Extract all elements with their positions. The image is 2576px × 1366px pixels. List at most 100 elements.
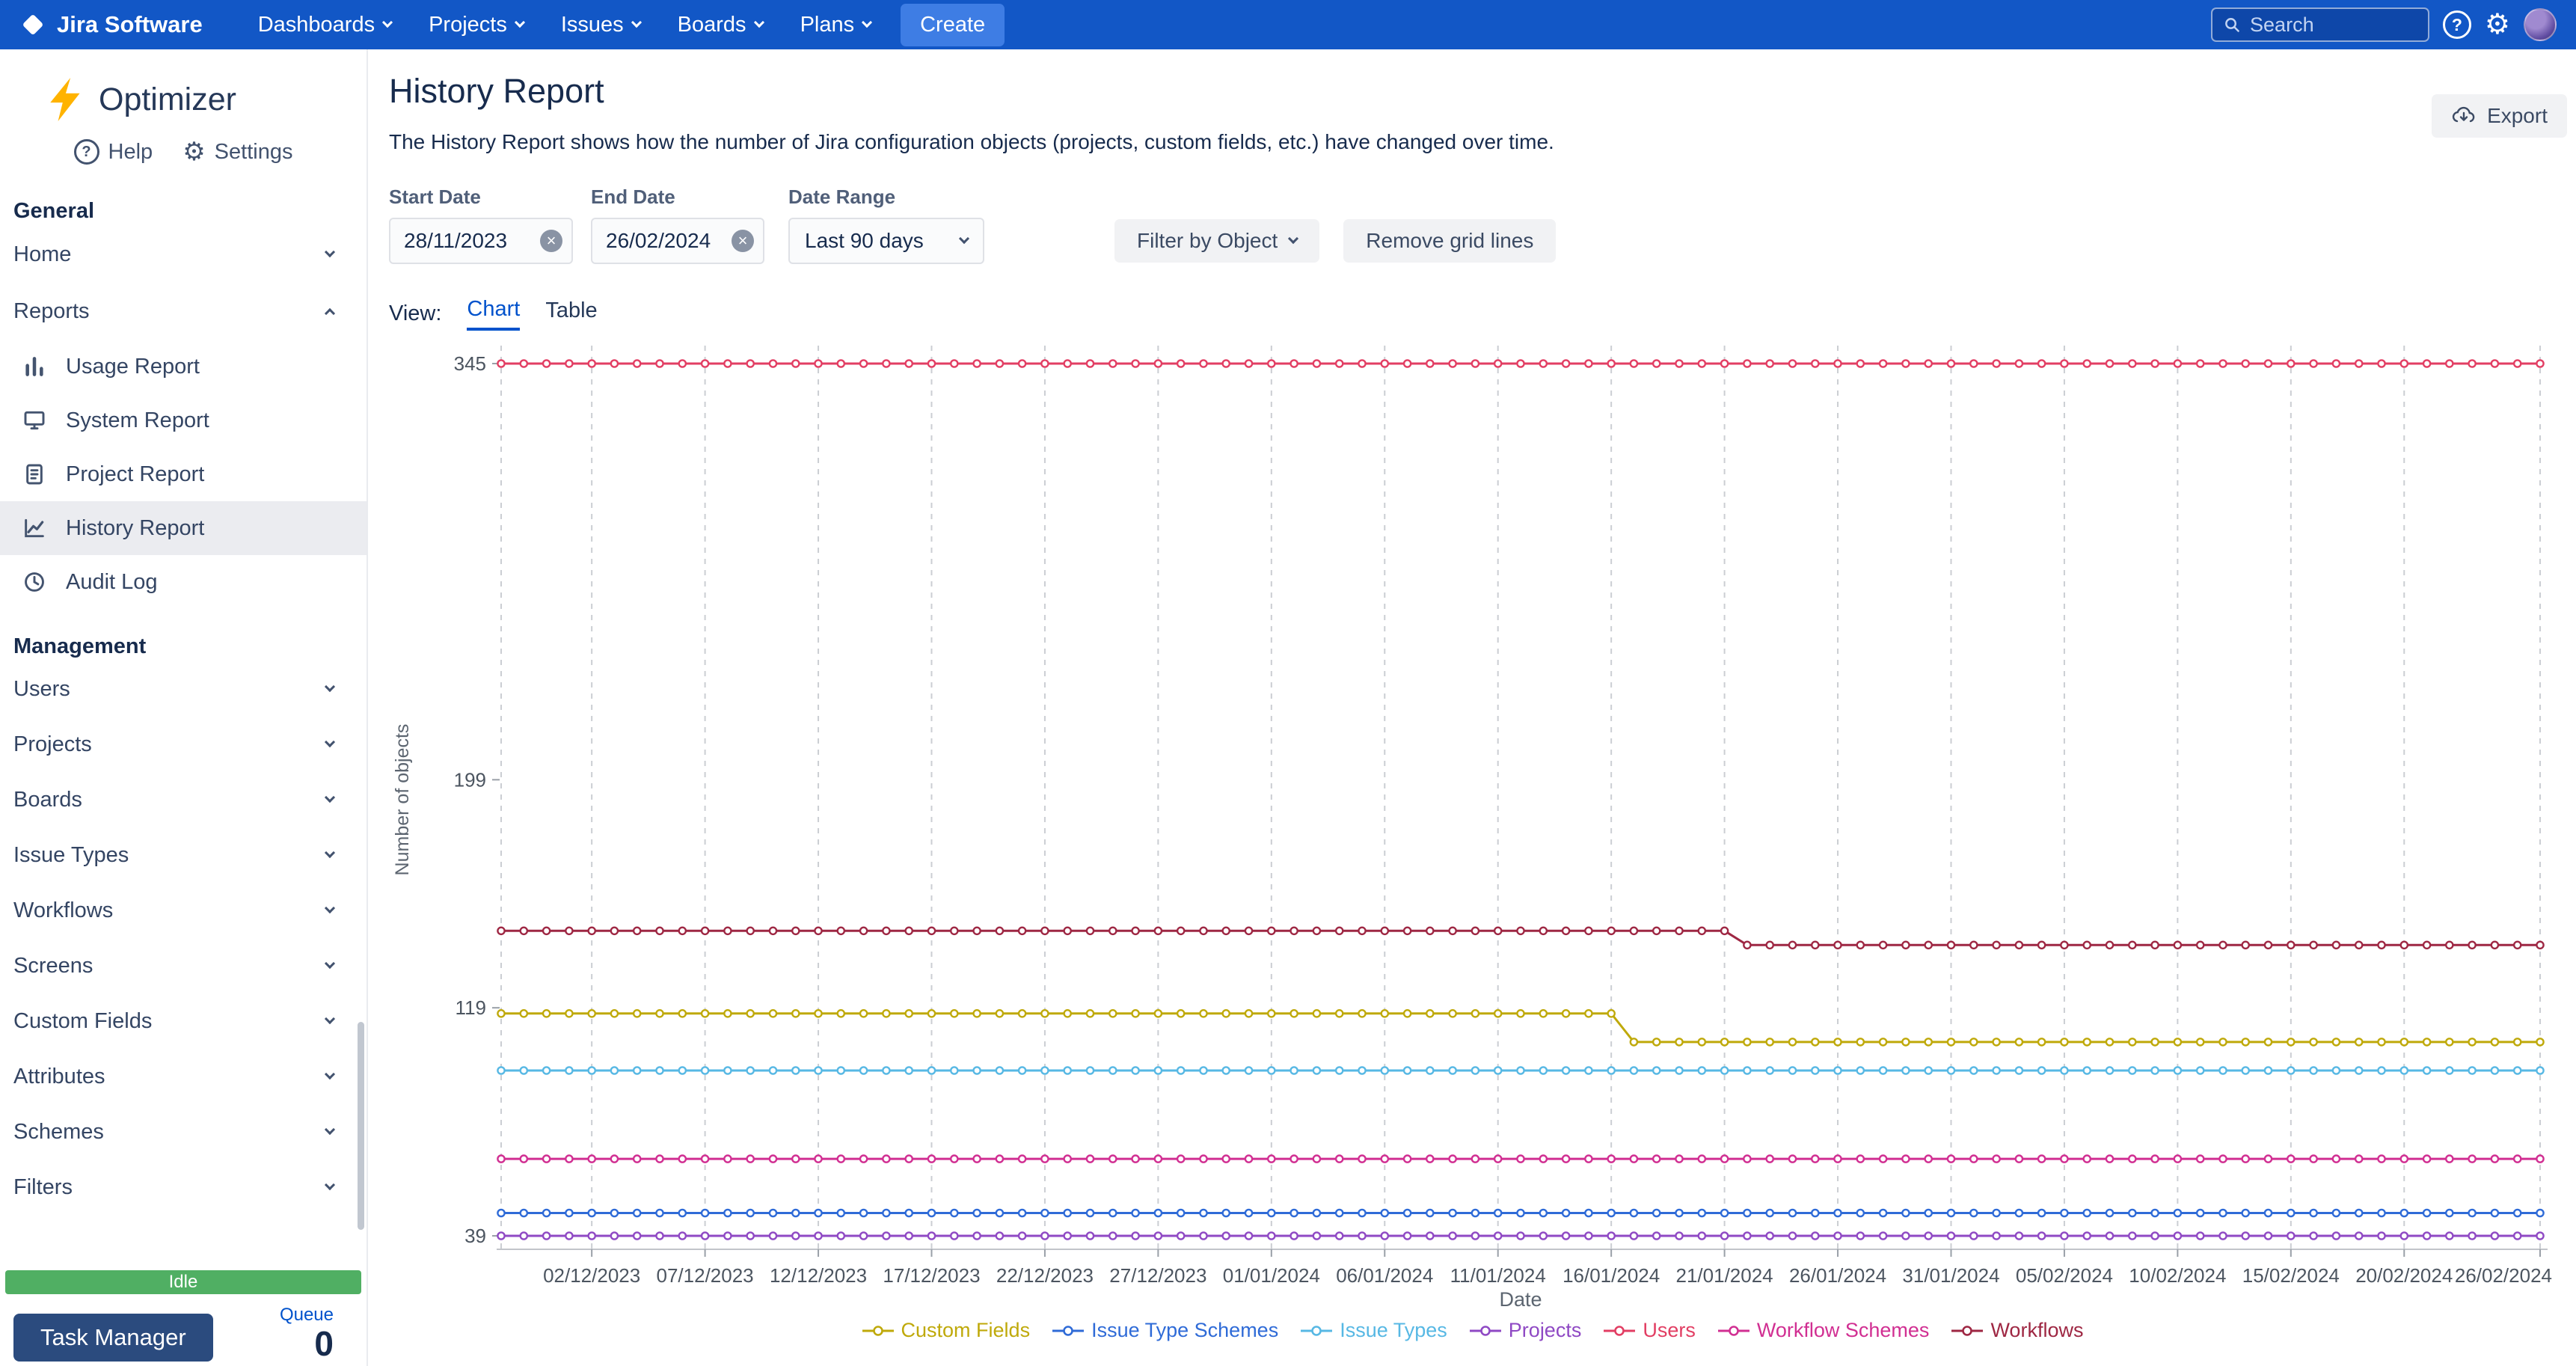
sidebar-item-filters[interactable]: Filters xyxy=(0,1160,367,1215)
global-search[interactable] xyxy=(2211,7,2429,42)
chevron-down-icon xyxy=(325,1014,335,1024)
search-icon xyxy=(2223,14,2241,35)
nav-item-dashboards[interactable]: Dashboards xyxy=(246,0,403,49)
item-label: Users xyxy=(13,677,70,702)
legend-label: Users xyxy=(1643,1319,1696,1342)
sidebar-settings-link[interactable]: ⚙ Settings xyxy=(183,139,292,165)
sidebar-item-screens[interactable]: Screens xyxy=(0,938,367,993)
legend-item[interactable]: Users xyxy=(1602,1319,1696,1342)
legend-marker-icon xyxy=(1950,1325,1984,1337)
legend-item[interactable]: Workflow Schemes xyxy=(1717,1319,1930,1342)
sidebar-help-link[interactable]: ? Help xyxy=(74,139,153,165)
legend-item[interactable]: Workflows xyxy=(1950,1319,2083,1342)
gear-icon: ⚙ xyxy=(2485,10,2510,39)
svg-text:10/02/2024: 10/02/2024 xyxy=(2129,1264,2226,1287)
settings-label: Settings xyxy=(215,140,293,165)
clear-start-date-icon[interactable]: × xyxy=(540,230,562,252)
sidebar-item-schemes[interactable]: Schemes xyxy=(0,1104,367,1160)
sidebar-item-custom-fields[interactable]: Custom Fields xyxy=(0,993,367,1049)
sidebar-item-home[interactable]: Home xyxy=(0,226,367,283)
date-range-select[interactable]: Last 90 days xyxy=(788,218,984,264)
svg-text:06/01/2024: 06/01/2024 xyxy=(1336,1264,1433,1287)
sidebar-item-system-report[interactable]: System Report xyxy=(0,393,367,447)
nav-item-label: Dashboards xyxy=(258,13,375,37)
task-manager-button[interactable]: Task Manager xyxy=(13,1314,213,1362)
tab-chart[interactable]: Chart xyxy=(467,297,520,331)
jira-brand[interactable]: Jira Software xyxy=(19,11,203,38)
tab-table[interactable]: Table xyxy=(545,298,597,329)
svg-text:119: 119 xyxy=(456,996,486,1019)
sidebar-item-project-report[interactable]: Project Report xyxy=(0,447,367,501)
legend-label: Projects xyxy=(1509,1319,1582,1342)
help-button[interactable]: ? xyxy=(2443,10,2471,39)
chevron-up-icon xyxy=(325,308,335,319)
legend-item[interactable]: Issue Type Schemes xyxy=(1051,1319,1278,1342)
home-label: Home xyxy=(13,242,71,267)
export-label: Export xyxy=(2487,104,2548,128)
svg-text:39: 39 xyxy=(464,1225,486,1247)
filter-by-object-button[interactable]: Filter by Object xyxy=(1114,219,1319,263)
legend-label: Workflow Schemes xyxy=(1757,1319,1930,1342)
item-label: Filters xyxy=(13,1175,73,1200)
legend-marker-icon xyxy=(1468,1325,1503,1337)
start-date-field: Start Date × xyxy=(389,186,573,264)
end-date-label: End Date xyxy=(591,186,764,209)
svg-text:02/12/2023: 02/12/2023 xyxy=(543,1264,640,1287)
history-chart-svg: 02/12/202307/12/202312/12/202317/12/2023… xyxy=(389,334,2555,1314)
item-label: Usage Report xyxy=(66,355,200,379)
view-tabs: View: Chart Table xyxy=(389,297,2555,331)
search-input[interactable] xyxy=(2250,13,2417,37)
chevron-down-icon xyxy=(325,792,335,803)
date-range-value: Last 90 days xyxy=(805,229,924,253)
legend-item[interactable]: Projects xyxy=(1468,1319,1582,1342)
svg-text:Number of objects: Number of objects xyxy=(392,724,413,876)
sidebar-item-attributes[interactable]: Attributes xyxy=(0,1049,367,1104)
sidebar-item-boards[interactable]: Boards xyxy=(0,772,367,827)
remove-grid-lines-label: Remove grid lines xyxy=(1366,229,1533,253)
nav-item-projects[interactable]: Projects xyxy=(417,0,536,49)
nav-item-boards[interactable]: Boards xyxy=(666,0,775,49)
sidebar-item-projects[interactable]: Projects xyxy=(0,717,367,772)
svg-text:07/12/2023: 07/12/2023 xyxy=(657,1264,754,1287)
sidebar-item-reports[interactable]: Reports xyxy=(0,283,367,340)
export-button[interactable]: Export xyxy=(2432,94,2567,138)
sidebar-item-history-report[interactable]: History Report xyxy=(0,501,367,555)
legend-item[interactable]: Issue Types xyxy=(1299,1319,1447,1342)
legend-marker-icon xyxy=(1602,1325,1637,1337)
clear-end-date-icon[interactable]: × xyxy=(732,230,754,252)
create-button[interactable]: Create xyxy=(901,4,1005,46)
sidebar-item-usage-report[interactable]: Usage Report xyxy=(0,340,367,393)
svg-text:20/02/2024: 20/02/2024 xyxy=(2355,1264,2453,1287)
clock-icon xyxy=(22,570,46,594)
date-range-field: Date Range Last 90 days xyxy=(788,186,984,264)
chevron-down-icon xyxy=(753,17,764,28)
queue-label: Queue xyxy=(280,1305,334,1326)
legend-label: Workflows xyxy=(1990,1319,2083,1342)
reports-label: Reports xyxy=(13,299,90,324)
nav-item-plans[interactable]: Plans xyxy=(788,0,883,49)
sidebar-item-users[interactable]: Users xyxy=(0,661,367,717)
sidebar-item-audit-log[interactable]: Audit Log xyxy=(0,555,367,609)
legend-label: Custom Fields xyxy=(901,1319,1031,1342)
svg-text:12/12/2023: 12/12/2023 xyxy=(770,1264,867,1287)
legend-item[interactable]: Custom Fields xyxy=(861,1319,1031,1342)
remove-grid-lines-button[interactable]: Remove grid lines xyxy=(1343,219,1556,263)
item-label: Screens xyxy=(13,954,93,978)
item-label: Workflows xyxy=(13,898,113,923)
svg-text:26/02/2024: 26/02/2024 xyxy=(2455,1264,2552,1287)
history-chart: 02/12/202307/12/202312/12/202317/12/2023… xyxy=(389,334,2555,1342)
settings-button[interactable]: ⚙ xyxy=(2485,10,2510,39)
document-icon xyxy=(22,462,46,486)
task-manager-row: Task Manager Queue 0 xyxy=(0,1294,367,1366)
svg-text:27/12/2023: 27/12/2023 xyxy=(1109,1264,1206,1287)
chevron-down-icon xyxy=(631,17,642,28)
sidebar-item-issue-types[interactable]: Issue Types xyxy=(0,827,367,883)
main-content: History Report The History Report shows … xyxy=(368,49,2576,1366)
section-heading-general: General xyxy=(0,196,367,226)
item-label: Boards xyxy=(13,788,82,812)
nav-item-issues[interactable]: Issues xyxy=(549,0,652,49)
user-avatar[interactable] xyxy=(2524,8,2557,41)
queue-indicator: Queue 0 xyxy=(280,1305,334,1362)
sidebar-item-workflows[interactable]: Workflows xyxy=(0,883,367,938)
sidebar-scrollbar[interactable] xyxy=(358,1022,364,1230)
